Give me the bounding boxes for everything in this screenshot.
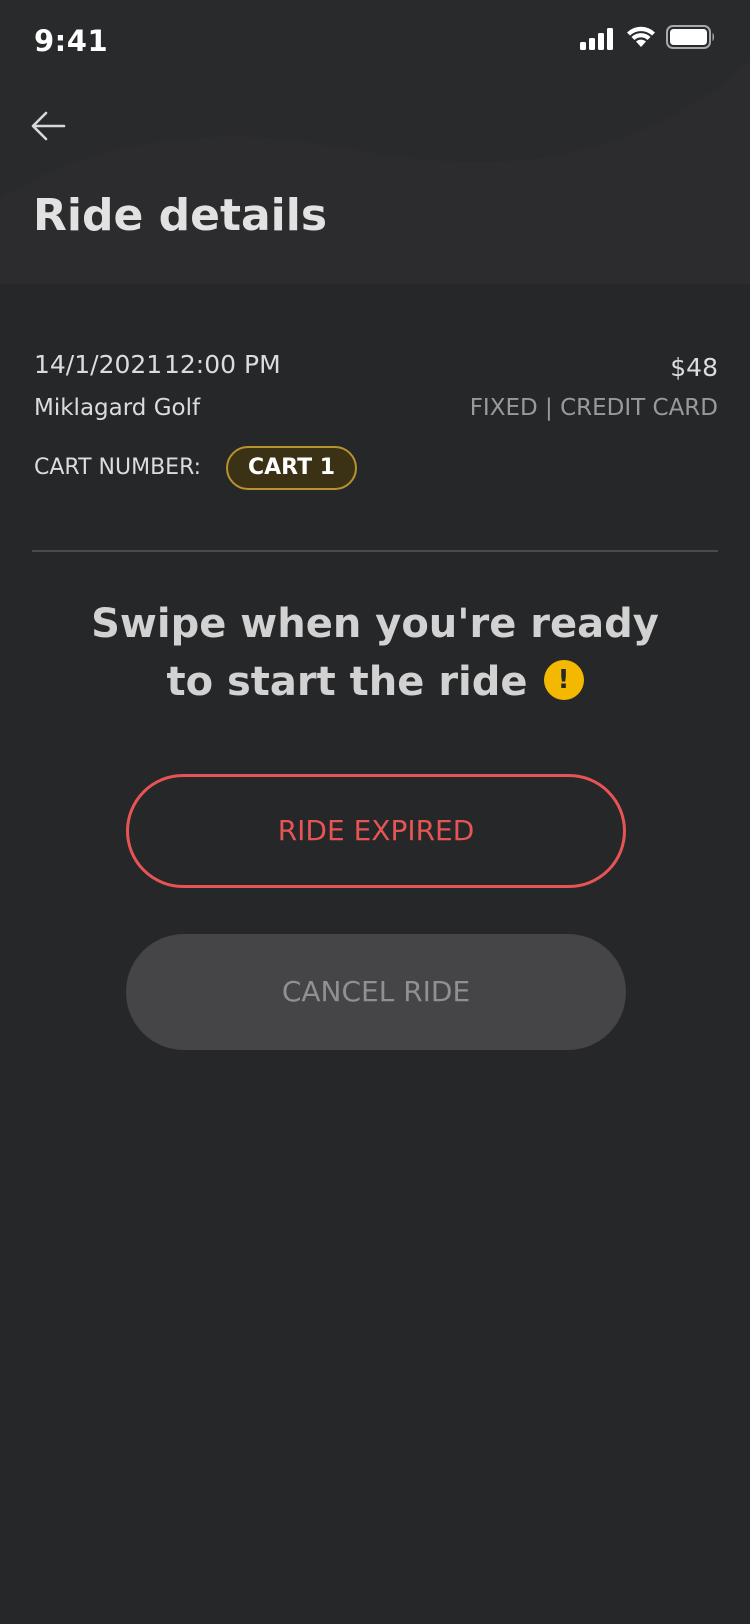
swipe-instruction-line-1: Swipe when you're ready xyxy=(91,601,659,647)
ride-location: Miklagard Golf xyxy=(34,395,201,421)
ride-time: 12:00 PM xyxy=(164,350,281,379)
swipe-instruction: Swipe when you're ready to start the rid… xyxy=(0,595,750,711)
ride-payment-type: FIXED | CREDIT CARD xyxy=(469,395,718,421)
cart-number-badge: CART 1 xyxy=(226,446,358,490)
cart-number-label: CART NUMBER: xyxy=(34,455,202,480)
arrow-left-icon xyxy=(31,111,66,141)
ride-date: 14/1/2021 xyxy=(34,350,163,379)
back-button[interactable] xyxy=(24,102,72,150)
battery-icon xyxy=(666,25,714,49)
cancel-ride-button[interactable]: CANCEL RIDE xyxy=(126,934,626,1050)
swipe-instruction-line-2: to start the ride xyxy=(166,659,528,705)
ride-expired-button[interactable]: RIDE EXPIRED xyxy=(126,774,626,888)
ride-details-screen: 9:41 Ride details 14/1/2021 12:00 PM $48… xyxy=(0,0,750,1624)
ride-price: $48 xyxy=(670,353,718,382)
wifi-icon xyxy=(627,26,655,47)
cellular-signal-icon xyxy=(580,28,613,50)
swipe-instruction-line-2-wrap: to start the ride! xyxy=(0,653,750,711)
warning-icon[interactable]: ! xyxy=(543,660,584,700)
status-time: 9:41 xyxy=(34,24,109,58)
status-bar: 9:41 xyxy=(0,0,750,88)
page-title: Ride details xyxy=(33,190,328,241)
section-divider xyxy=(32,550,718,552)
